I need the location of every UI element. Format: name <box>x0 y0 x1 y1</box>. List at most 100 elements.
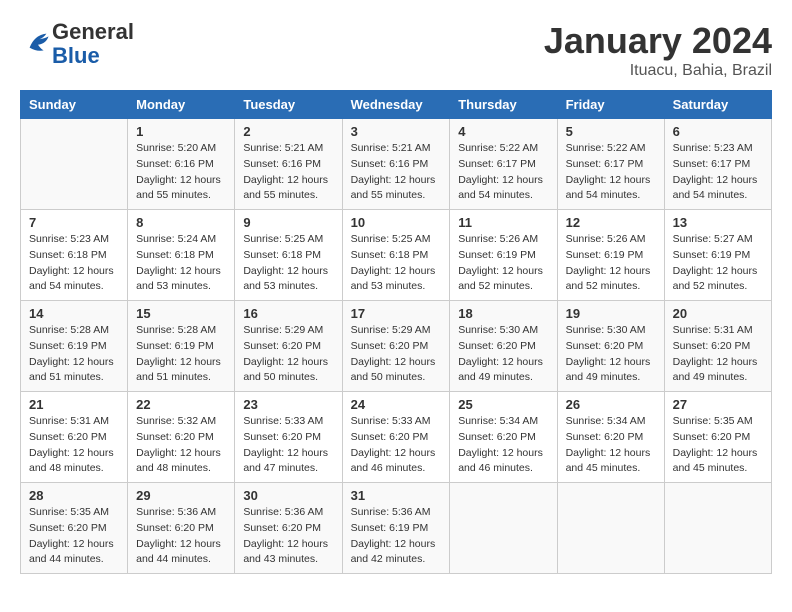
day-info: Sunrise: 5:33 AMSunset: 6:20 PMDaylight:… <box>243 414 333 477</box>
calendar-cell <box>664 483 771 574</box>
day-number: 28 <box>29 488 119 503</box>
day-info: Sunrise: 5:28 AMSunset: 6:19 PMDaylight:… <box>136 323 226 386</box>
calendar-cell: 8 Sunrise: 5:24 AMSunset: 6:18 PMDayligh… <box>128 210 235 301</box>
calendar-cell: 3 Sunrise: 5:21 AMSunset: 6:16 PMDayligh… <box>342 119 450 210</box>
day-number: 10 <box>351 215 442 230</box>
calendar-cell: 26 Sunrise: 5:34 AMSunset: 6:20 PMDaylig… <box>557 392 664 483</box>
calendar-cell: 24 Sunrise: 5:33 AMSunset: 6:20 PMDaylig… <box>342 392 450 483</box>
calendar-cell: 17 Sunrise: 5:29 AMSunset: 6:20 PMDaylig… <box>342 301 450 392</box>
day-number: 21 <box>29 397 119 412</box>
day-number: 18 <box>458 306 548 321</box>
column-header-friday: Friday <box>557 91 664 119</box>
column-header-thursday: Thursday <box>450 91 557 119</box>
calendar-cell: 10 Sunrise: 5:25 AMSunset: 6:18 PMDaylig… <box>342 210 450 301</box>
day-info: Sunrise: 5:30 AMSunset: 6:20 PMDaylight:… <box>458 323 548 386</box>
calendar-cell <box>450 483 557 574</box>
logo-bird-icon <box>24 28 52 56</box>
day-number: 23 <box>243 397 333 412</box>
column-header-tuesday: Tuesday <box>235 91 342 119</box>
day-info: Sunrise: 5:23 AMSunset: 6:18 PMDaylight:… <box>29 232 119 295</box>
day-number: 15 <box>136 306 226 321</box>
title-section: January 2024 Ituacu, Bahia, Brazil <box>544 20 772 80</box>
day-number: 20 <box>673 306 763 321</box>
calendar-cell: 2 Sunrise: 5:21 AMSunset: 6:16 PMDayligh… <box>235 119 342 210</box>
calendar-cell: 16 Sunrise: 5:29 AMSunset: 6:20 PMDaylig… <box>235 301 342 392</box>
day-info: Sunrise: 5:35 AMSunset: 6:20 PMDaylight:… <box>29 505 119 568</box>
day-number: 9 <box>243 215 333 230</box>
day-info: Sunrise: 5:34 AMSunset: 6:20 PMDaylight:… <box>566 414 656 477</box>
day-number: 31 <box>351 488 442 503</box>
week-row-5: 28 Sunrise: 5:35 AMSunset: 6:20 PMDaylig… <box>21 483 772 574</box>
logo-general-text: General <box>52 19 134 44</box>
calendar-cell: 27 Sunrise: 5:35 AMSunset: 6:20 PMDaylig… <box>664 392 771 483</box>
location-title: Ituacu, Bahia, Brazil <box>544 62 772 80</box>
calendar-cell: 28 Sunrise: 5:35 AMSunset: 6:20 PMDaylig… <box>21 483 128 574</box>
logo: General Blue <box>20 20 134 68</box>
day-info: Sunrise: 5:31 AMSunset: 6:20 PMDaylight:… <box>29 414 119 477</box>
day-info: Sunrise: 5:34 AMSunset: 6:20 PMDaylight:… <box>458 414 548 477</box>
day-number: 12 <box>566 215 656 230</box>
calendar-cell: 14 Sunrise: 5:28 AMSunset: 6:19 PMDaylig… <box>21 301 128 392</box>
week-row-4: 21 Sunrise: 5:31 AMSunset: 6:20 PMDaylig… <box>21 392 772 483</box>
day-number: 1 <box>136 124 226 139</box>
calendar-cell: 31 Sunrise: 5:36 AMSunset: 6:19 PMDaylig… <box>342 483 450 574</box>
week-row-1: 1 Sunrise: 5:20 AMSunset: 6:16 PMDayligh… <box>21 119 772 210</box>
calendar-cell: 15 Sunrise: 5:28 AMSunset: 6:19 PMDaylig… <box>128 301 235 392</box>
day-info: Sunrise: 5:25 AMSunset: 6:18 PMDaylight:… <box>351 232 442 295</box>
day-number: 13 <box>673 215 763 230</box>
calendar-header-row: SundayMondayTuesdayWednesdayThursdayFrid… <box>21 91 772 119</box>
day-info: Sunrise: 5:22 AMSunset: 6:17 PMDaylight:… <box>566 141 656 204</box>
day-number: 7 <box>29 215 119 230</box>
day-info: Sunrise: 5:30 AMSunset: 6:20 PMDaylight:… <box>566 323 656 386</box>
day-number: 5 <box>566 124 656 139</box>
calendar-cell: 12 Sunrise: 5:26 AMSunset: 6:19 PMDaylig… <box>557 210 664 301</box>
day-info: Sunrise: 5:36 AMSunset: 6:20 PMDaylight:… <box>136 505 226 568</box>
day-number: 27 <box>673 397 763 412</box>
day-info: Sunrise: 5:29 AMSunset: 6:20 PMDaylight:… <box>351 323 442 386</box>
day-number: 19 <box>566 306 656 321</box>
logo-blue-text: Blue <box>52 43 100 68</box>
calendar-cell: 19 Sunrise: 5:30 AMSunset: 6:20 PMDaylig… <box>557 301 664 392</box>
calendar-cell: 30 Sunrise: 5:36 AMSunset: 6:20 PMDaylig… <box>235 483 342 574</box>
day-number: 29 <box>136 488 226 503</box>
calendar-cell: 6 Sunrise: 5:23 AMSunset: 6:17 PMDayligh… <box>664 119 771 210</box>
month-title: January 2024 <box>544 20 772 62</box>
day-info: Sunrise: 5:21 AMSunset: 6:16 PMDaylight:… <box>351 141 442 204</box>
day-info: Sunrise: 5:26 AMSunset: 6:19 PMDaylight:… <box>458 232 548 295</box>
calendar-table: SundayMondayTuesdayWednesdayThursdayFrid… <box>20 90 772 574</box>
calendar-cell: 18 Sunrise: 5:30 AMSunset: 6:20 PMDaylig… <box>450 301 557 392</box>
day-info: Sunrise: 5:27 AMSunset: 6:19 PMDaylight:… <box>673 232 763 295</box>
calendar-cell: 21 Sunrise: 5:31 AMSunset: 6:20 PMDaylig… <box>21 392 128 483</box>
day-info: Sunrise: 5:24 AMSunset: 6:18 PMDaylight:… <box>136 232 226 295</box>
calendar-cell: 9 Sunrise: 5:25 AMSunset: 6:18 PMDayligh… <box>235 210 342 301</box>
week-row-2: 7 Sunrise: 5:23 AMSunset: 6:18 PMDayligh… <box>21 210 772 301</box>
day-number: 2 <box>243 124 333 139</box>
day-info: Sunrise: 5:29 AMSunset: 6:20 PMDaylight:… <box>243 323 333 386</box>
calendar-cell: 25 Sunrise: 5:34 AMSunset: 6:20 PMDaylig… <box>450 392 557 483</box>
day-number: 3 <box>351 124 442 139</box>
day-number: 4 <box>458 124 548 139</box>
day-info: Sunrise: 5:21 AMSunset: 6:16 PMDaylight:… <box>243 141 333 204</box>
calendar-cell: 13 Sunrise: 5:27 AMSunset: 6:19 PMDaylig… <box>664 210 771 301</box>
calendar-cell: 20 Sunrise: 5:31 AMSunset: 6:20 PMDaylig… <box>664 301 771 392</box>
calendar-cell: 23 Sunrise: 5:33 AMSunset: 6:20 PMDaylig… <box>235 392 342 483</box>
column-header-wednesday: Wednesday <box>342 91 450 119</box>
calendar-cell <box>557 483 664 574</box>
day-number: 22 <box>136 397 226 412</box>
week-row-3: 14 Sunrise: 5:28 AMSunset: 6:19 PMDaylig… <box>21 301 772 392</box>
day-number: 16 <box>243 306 333 321</box>
day-info: Sunrise: 5:26 AMSunset: 6:19 PMDaylight:… <box>566 232 656 295</box>
day-number: 24 <box>351 397 442 412</box>
day-info: Sunrise: 5:20 AMSunset: 6:16 PMDaylight:… <box>136 141 226 204</box>
day-info: Sunrise: 5:28 AMSunset: 6:19 PMDaylight:… <box>29 323 119 386</box>
day-info: Sunrise: 5:25 AMSunset: 6:18 PMDaylight:… <box>243 232 333 295</box>
day-number: 8 <box>136 215 226 230</box>
calendar-cell: 5 Sunrise: 5:22 AMSunset: 6:17 PMDayligh… <box>557 119 664 210</box>
day-number: 14 <box>29 306 119 321</box>
column-header-monday: Monday <box>128 91 235 119</box>
calendar-cell: 11 Sunrise: 5:26 AMSunset: 6:19 PMDaylig… <box>450 210 557 301</box>
calendar-cell: 4 Sunrise: 5:22 AMSunset: 6:17 PMDayligh… <box>450 119 557 210</box>
day-number: 17 <box>351 306 442 321</box>
day-info: Sunrise: 5:23 AMSunset: 6:17 PMDaylight:… <box>673 141 763 204</box>
day-info: Sunrise: 5:33 AMSunset: 6:20 PMDaylight:… <box>351 414 442 477</box>
